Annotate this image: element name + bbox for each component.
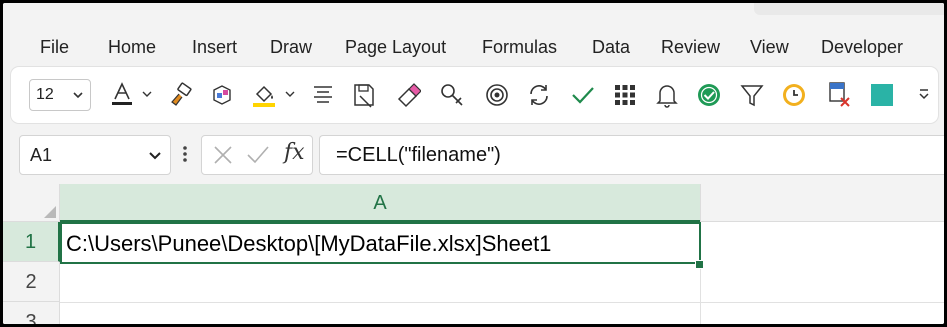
enter-check-icon[interactable] [246, 144, 270, 171]
font-size-select[interactable]: 12 [29, 79, 91, 111]
more-options-icon[interactable] [182, 143, 188, 170]
column-header-a[interactable]: A [60, 184, 700, 222]
ribbon-toolbar: 12 [11, 67, 938, 123]
gridline [60, 302, 944, 303]
formula-actions: fx [201, 135, 313, 175]
row-header-1[interactable]: 1 [3, 222, 60, 262]
title-strip-tab [754, 3, 944, 15]
eraser-icon[interactable] [393, 81, 423, 109]
cell-a1-value: C:\Users\Punee\Desktop\[MyDataFile.xlsx]… [66, 231, 552, 256]
formula-input[interactable]: =CELL("filename") [319, 135, 944, 175]
row-header-2[interactable]: 2 [3, 262, 60, 302]
tab-data[interactable]: Data [592, 33, 630, 61]
clock-icon[interactable] [779, 81, 809, 109]
select-all-button[interactable] [3, 184, 60, 222]
align-icon[interactable] [308, 81, 338, 109]
paste-special-icon[interactable] [349, 81, 379, 109]
chevron-down-icon[interactable] [142, 87, 152, 101]
formula-text: =CELL("filename") [336, 144, 501, 166]
select-all-triangle-icon [44, 206, 56, 218]
menu-bar: File Home Insert Draw Page Layout Formul… [3, 33, 944, 61]
tab-draw[interactable]: Draw [270, 33, 312, 61]
refresh-icon[interactable] [524, 81, 554, 109]
tab-formulas[interactable]: Formulas [482, 33, 557, 61]
cancel-icon[interactable] [212, 144, 234, 171]
check-icon[interactable] [568, 81, 598, 109]
teal-square-icon[interactable] [867, 81, 897, 109]
tab-review[interactable]: Review [661, 33, 720, 61]
remove-column-icon[interactable] [824, 81, 854, 109]
grid-icon[interactable] [610, 81, 640, 109]
chevron-down-icon[interactable] [148, 149, 162, 168]
fill-handle[interactable] [695, 260, 704, 269]
fill-color-icon[interactable] [249, 81, 279, 109]
row-header-3[interactable]: 3 [3, 302, 60, 324]
tab-page-layout[interactable]: Page Layout [345, 33, 446, 61]
cell-a1[interactable]: C:\Users\Punee\Desktop\[MyDataFile.xlsx]… [60, 222, 701, 264]
bell-icon[interactable] [652, 81, 682, 109]
insert-function-button[interactable]: fx [284, 140, 305, 165]
name-box-value: A1 [30, 145, 53, 165]
check-circle-icon[interactable] [694, 81, 724, 109]
tab-developer[interactable]: Developer [821, 33, 903, 61]
font-color-icon[interactable] [107, 81, 137, 109]
tab-home[interactable]: Home [108, 33, 156, 61]
worksheet-grid: A 1 2 3 C:\Users\Punee\Desktop\[MyDataFi… [3, 184, 944, 324]
chevron-down-icon[interactable] [285, 87, 295, 101]
more-icon[interactable] [909, 81, 939, 109]
format-painter-icon[interactable] [165, 81, 195, 109]
key-icon[interactable] [437, 81, 467, 109]
formula-bar: A1 fx =CELL("filename") [3, 131, 944, 181]
filter-icon[interactable] [737, 81, 767, 109]
title-strip [3, 3, 944, 27]
tab-file[interactable]: File [40, 33, 69, 61]
name-box[interactable]: A1 [19, 135, 171, 175]
excel-window: File Home Insert Draw Page Layout Formul… [3, 3, 944, 324]
tab-view[interactable]: View [750, 33, 789, 61]
column-header-empty [700, 184, 944, 222]
3d-box-icon[interactable] [207, 81, 237, 109]
font-size-value: 12 [36, 86, 54, 103]
tab-insert[interactable]: Insert [192, 33, 237, 61]
chevron-down-icon [72, 86, 84, 109]
target-icon[interactable] [482, 81, 512, 109]
